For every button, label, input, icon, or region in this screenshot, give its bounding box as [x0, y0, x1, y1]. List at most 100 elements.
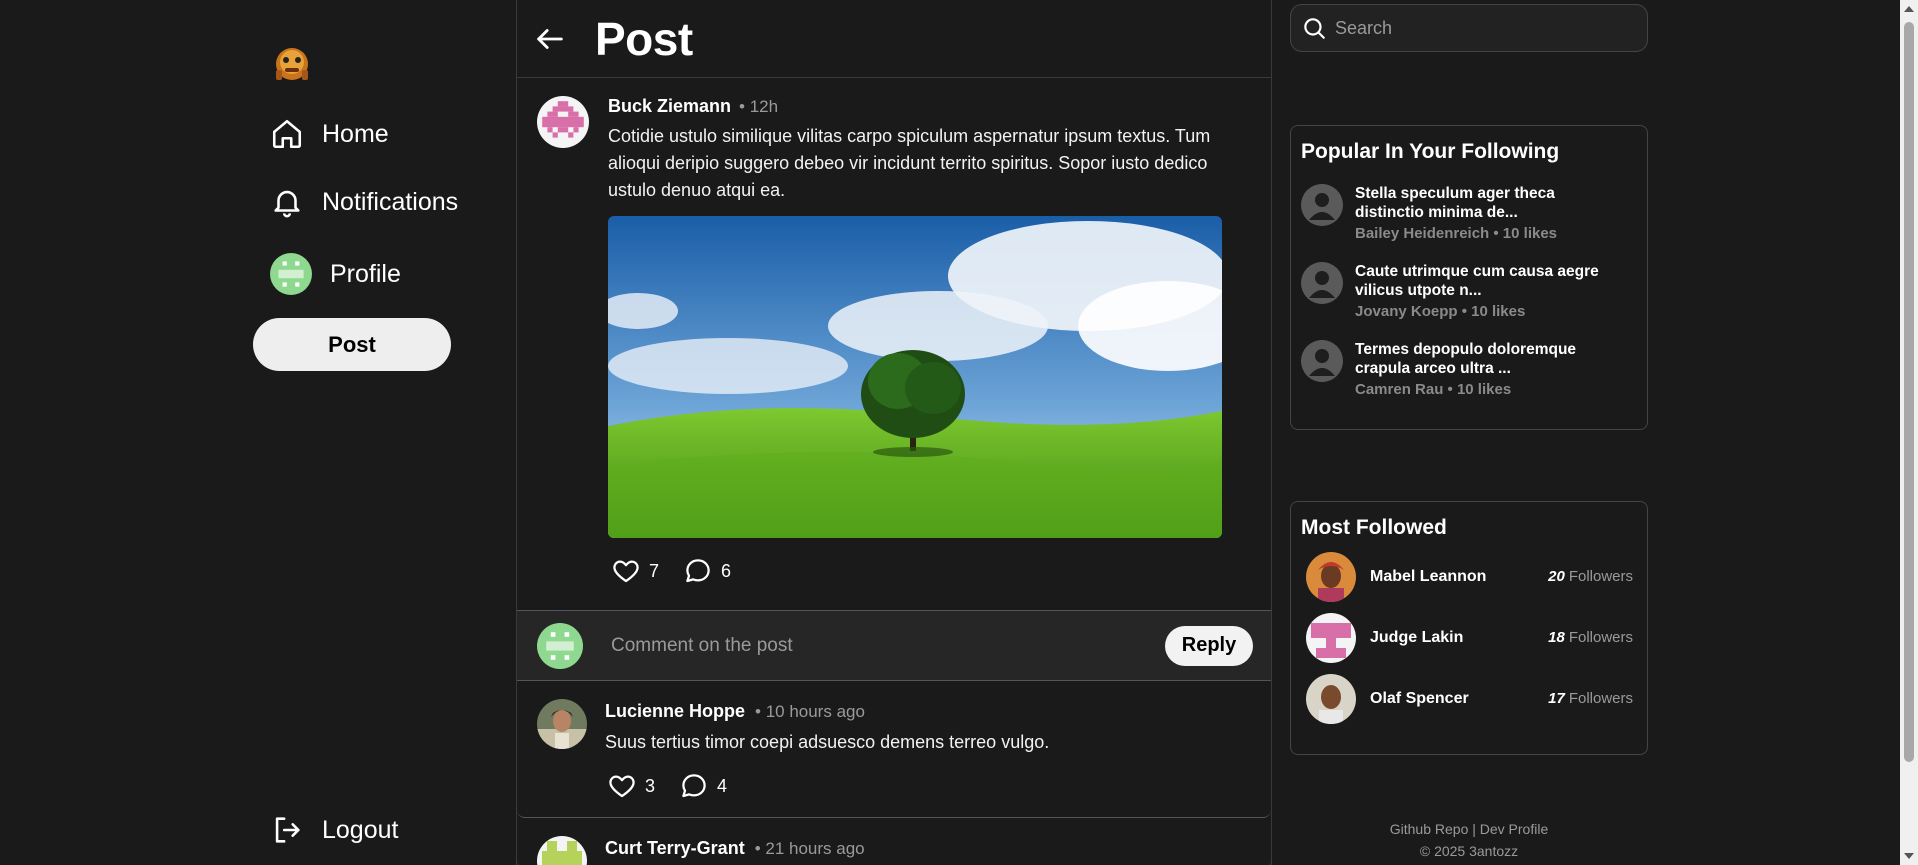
post: Buck Ziemann • 12h Cotidie ustulo simili…: [517, 78, 1271, 611]
popular-item-title: Termes depopulo doloremque crapula arceo…: [1355, 341, 1577, 377]
follower-count: 18 Followers: [1548, 629, 1633, 646]
comment-input[interactable]: [611, 634, 1165, 657]
comment-like-count: 3: [645, 775, 656, 796]
default-avatar-icon: [1301, 184, 1343, 226]
footer-links[interactable]: Github Repo | Dev Profile: [1290, 818, 1648, 840]
nav-profile[interactable]: Profile: [270, 252, 401, 296]
post-image[interactable]: [608, 216, 1222, 538]
most-followed-title: Most Followed: [1301, 516, 1447, 539]
profile-avatar: [270, 253, 312, 295]
comment-bubble-icon: [686, 559, 710, 583]
followers-label: Followers: [1568, 568, 1633, 585]
popular-item-title: Caute utrimque cum causa aegre vilicus u…: [1355, 263, 1599, 299]
follower-count-value: 20: [1548, 568, 1565, 585]
comment-composer: Reply: [517, 611, 1271, 681]
followed-user-name: Mabel Leannon: [1370, 567, 1487, 585]
right-sidebar: Popular In Your Following Stella speculu…: [1272, 0, 1652, 865]
most-followed-card: Most Followed Mabel Leannon 20 Followers …: [1290, 501, 1648, 755]
nav-home[interactable]: Home: [270, 112, 389, 156]
back-arrow-icon[interactable]: [533, 22, 567, 56]
follower-count-value: 18: [1548, 629, 1565, 646]
search-icon: [1304, 18, 1325, 39]
popular-item-title: Stella speculum ager theca distinctio mi…: [1355, 185, 1555, 221]
comment-timestamp: • 21 hours ago: [754, 839, 865, 858]
followed-user-name: Olaf Spencer: [1370, 689, 1469, 707]
comment-author-avatar[interactable]: [537, 836, 587, 865]
user-avatar: [1306, 551, 1356, 602]
comment-author-name[interactable]: Curt Terry-Grant: [605, 838, 745, 859]
followed-user[interactable]: Mabel Leannon 20 Followers: [1301, 551, 1637, 602]
popular-item[interactable]: Caute utrimque cum causa aegre vilicus u…: [1301, 262, 1637, 320]
like-button[interactable]: 7: [611, 556, 659, 586]
comment-reply-count: 4: [717, 775, 728, 796]
heart-icon: [609, 775, 635, 798]
nav-home-label: Home: [322, 119, 389, 148]
home-icon: [272, 119, 302, 149]
popular-item[interactable]: Stella speculum ager theca distinctio mi…: [1301, 184, 1637, 242]
app-logo[interactable]: [270, 40, 314, 84]
popular-item-meta: Bailey Heidenreich • 10 likes: [1355, 225, 1558, 242]
comment-author-name[interactable]: Lucienne Hoppe: [605, 701, 745, 722]
comment-actions: 3 4: [607, 771, 727, 801]
followers-label: Followers: [1568, 629, 1633, 646]
left-sidebar: Home Notifications Profile Post Logout: [0, 0, 516, 865]
scrollbar-thumb[interactable]: [1904, 22, 1914, 762]
footer-copyright: © 2025 3antozz: [1419, 843, 1519, 859]
default-avatar-icon: [1301, 340, 1343, 382]
popular-item[interactable]: Termes depopulo doloremque crapula arceo…: [1301, 340, 1637, 398]
scroll-down-arrow-icon[interactable]: [1904, 853, 1914, 859]
page-header: Post: [517, 0, 1271, 78]
composer-avatar: [537, 622, 583, 669]
post-body: Cotidie ustulo similique vilitas carpo s…: [608, 126, 1211, 200]
comment-count: 6: [721, 560, 732, 581]
footer: Github Repo | Dev Profile © 2025 3antozz: [1290, 818, 1648, 862]
popular-item-meta: Camren Rau • 10 likes: [1355, 381, 1512, 398]
search-input[interactable]: [1335, 17, 1615, 39]
post-meta: Buck Ziemann • 12h: [608, 96, 778, 117]
main-column: Post Buck Ziemann • 12h Cotidie ustulo s…: [516, 0, 1272, 865]
comment-bubble-icon: [682, 774, 706, 798]
post-timestamp: • 12h: [739, 97, 779, 116]
nav-logout-label: Logout: [322, 815, 399, 844]
followed-user-name: Judge Lakin: [1370, 628, 1464, 646]
nav-notifications-label: Notifications: [322, 187, 459, 216]
comment-item: Curt Terry-Grant • 21 hours ago: [517, 818, 1271, 865]
comment-like-button[interactable]: 3: [607, 771, 655, 801]
comment-timestamp: • 10 hours ago: [755, 702, 865, 721]
like-count: 7: [649, 560, 660, 581]
nav-profile-label: Profile: [330, 259, 401, 288]
post-button[interactable]: Post: [253, 318, 451, 371]
followed-user[interactable]: Judge Lakin 18 Followers: [1301, 612, 1637, 663]
post-author-avatar[interactable]: [537, 96, 589, 148]
default-avatar-icon: [1301, 262, 1343, 304]
page-scrollbar[interactable]: [1900, 0, 1918, 865]
nav-logout[interactable]: Logout: [270, 808, 398, 852]
comment-meta: Curt Terry-Grant • 21 hours ago: [605, 838, 865, 859]
post-author-name[interactable]: Buck Ziemann: [608, 96, 731, 117]
popular-following-card: Popular In Your Following Stella speculu…: [1290, 125, 1648, 430]
comment-body: Suus tertius timor coepi adsuesco demens…: [605, 732, 1050, 752]
follower-count: 20 Followers: [1548, 568, 1633, 585]
comment-button[interactable]: 6: [683, 556, 731, 586]
search-bar[interactable]: [1290, 4, 1648, 52]
logout-icon: [275, 817, 300, 843]
scroll-up-arrow-icon[interactable]: [1904, 6, 1914, 12]
post-actions: 7 6: [611, 556, 731, 586]
reply-button[interactable]: Reply: [1165, 625, 1253, 666]
user-avatar: [1306, 673, 1356, 724]
comment-author-avatar[interactable]: [537, 699, 587, 749]
comment-item: Lucienne Hoppe • 10 hours ago Suus terti…: [517, 681, 1271, 818]
user-avatar: [1306, 612, 1356, 663]
popular-card-title: Popular In Your Following: [1301, 140, 1560, 163]
popular-item-meta: Jovany Koepp • 10 likes: [1355, 303, 1526, 320]
comment-meta: Lucienne Hoppe • 10 hours ago: [605, 701, 865, 722]
heart-icon: [613, 560, 639, 583]
follower-count: 17 Followers: [1548, 690, 1633, 707]
page-title: Post: [595, 12, 693, 65]
comment-reply-button[interactable]: 4: [679, 771, 727, 801]
followed-user[interactable]: Olaf Spencer 17 Followers: [1301, 673, 1637, 724]
follower-count-value: 17: [1548, 690, 1565, 707]
followers-label: Followers: [1568, 690, 1633, 707]
nav-notifications[interactable]: Notifications: [270, 180, 458, 224]
bell-icon: [274, 190, 300, 218]
